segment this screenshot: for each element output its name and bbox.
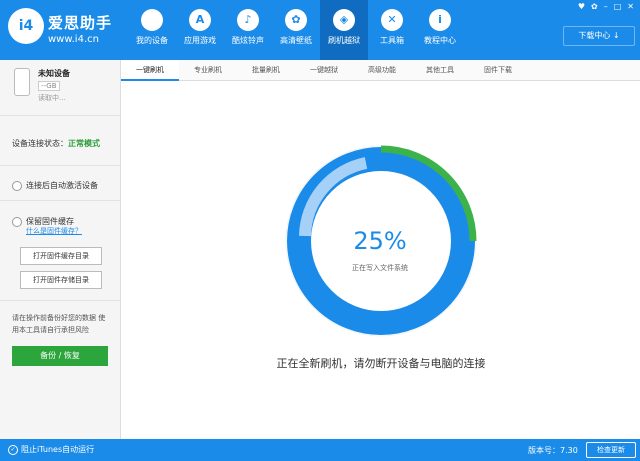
close-icon[interactable]: ✕ [627,2,634,11]
tab-bar: 一键刷机 专业刷机 批量刷机 一键越狱 高级功能 其他工具 固件下载 [121,60,640,81]
tab-firmware-download[interactable]: 固件下载 [469,60,527,80]
radio-button[interactable] [12,216,22,227]
minimize-icon[interactable]: – [604,2,608,11]
tab-jailbreak[interactable]: 一键越狱 [295,60,353,80]
device-name: 未知设备 [38,69,70,78]
tab-advanced[interactable]: 高级功能 [353,60,411,80]
flash-warning-message: 正在全新刷机，请勿断开设备与电脑的连接 [276,357,486,370]
open-store-dir-button[interactable]: 打开固件存储目录 [20,271,102,289]
check-icon: ✓ [8,444,18,455]
progress-percent: 25% [353,227,407,255]
sidebar: 未知设备 --GB 读取中... 设备连接状态：正常模式 连接后自动激活设备 保… [0,60,121,439]
device-panel: 未知设备 --GB 读取中... [0,60,120,116]
nav-label: 高清壁纸 [280,36,312,45]
flower-icon: ✿ [285,9,307,31]
nav-item-tutorials[interactable]: i 教程中心 [416,0,464,60]
nav-item-wallpapers[interactable]: ✿ 高清壁纸 [272,0,320,60]
open-cache-dir-button[interactable]: 打开固件缓存目录 [20,247,102,265]
nav-label: 刷机越狱 [328,36,360,45]
download-arrow-icon: ↓ [612,31,620,40]
brand-name: 爱思助手 [48,14,113,32]
nav-item-flash[interactable]: ◈ 刷机越狱 [320,0,368,60]
tools-icon: ✕ [381,9,403,31]
backup-note: 请在操作前备份好您的数据 使用本工具请自行承担风险 [12,314,106,334]
nav-item-apps[interactable]: A 应用游戏 [176,0,224,60]
settings-icon[interactable]: ✿ [591,2,598,11]
bell-icon: ♪ [237,9,259,31]
brand-url: www.i4.cn [48,34,99,45]
main-nav: 我的设备 A 应用游戏 ♪ 酷炫铃声 ✿ 高清壁纸 ◈ 刷机越狱 ✕ 工具箱 i… [128,0,464,60]
version-label: 版本号：7.30 [528,446,578,455]
divider [0,165,120,166]
brand: 爱思助手 www.i4.cn [48,12,112,45]
header-bar: i4 爱思助手 www.i4.cn 我的设备 A 应用游戏 ♪ 酷炫铃声 ✿ 高… [0,0,640,60]
divider [0,200,120,201]
skin-icon[interactable]: ♥ [578,2,585,11]
phone-icon [14,68,30,96]
download-center-button[interactable]: 下载中心 ↓ [563,26,635,46]
info-icon: i [429,9,451,31]
cache-help-link[interactable]: 什么是固件缓存？ [26,226,82,236]
conn-value: 正常模式 [68,139,100,148]
nav-label: 酷炫铃声 [232,36,264,45]
nav-label: 教程中心 [424,36,456,45]
dropbox-icon: ◈ [333,9,355,31]
download-label: 下载中心 [578,31,611,40]
device-status: 读取中... [38,94,66,102]
check-update-button[interactable]: 检查更新 [586,442,636,458]
option-label: 连接后自动激活设备 [26,181,98,190]
nav-label: 工具箱 [380,36,404,45]
window-controls: ♥ ✿ – □ ✕ [578,2,634,11]
tab-batch-flash[interactable]: 批量刷机 [237,60,295,80]
connection-status: 设备连接状态：正常模式 [12,138,100,149]
device-capacity: --GB [38,81,60,91]
option-label: 保留固件缓存 [26,217,74,226]
nav-item-toolbox[interactable]: ✕ 工具箱 [368,0,416,60]
progress-status: 正在写入文件系统 [352,264,408,272]
nav-label: 我的设备 [136,36,168,45]
backup-restore-button[interactable]: 备份 / 恢复 [12,346,108,366]
divider [0,300,120,301]
conn-label: 设备连接状态： [12,139,68,148]
auto-activate-option[interactable]: 连接后自动激活设备 [12,180,98,191]
logo: i4 [8,8,44,44]
apple-icon [141,9,163,31]
maximize-icon[interactable]: □ [614,2,622,11]
tab-one-click-flash[interactable]: 一键刷机 [121,60,179,81]
nav-item-my-device[interactable]: 我的设备 [128,0,176,60]
tab-other-tools[interactable]: 其他工具 [411,60,469,80]
tab-pro-flash[interactable]: 专业刷机 [179,60,237,80]
nav-item-ringtones[interactable]: ♪ 酷炫铃声 [224,0,272,60]
block-itunes-toggle[interactable]: ✓ 阻止iTunes自动运行 [8,444,94,455]
app-store-icon: A [189,9,211,31]
itunes-label: 阻止iTunes自动运行 [21,445,95,454]
nav-label: 应用游戏 [184,36,216,45]
radio-button[interactable] [12,180,22,191]
main-panel: 25% 正在写入文件系统 正在全新刷机，请勿断开设备与电脑的连接 [121,81,640,439]
status-bar: ✓ 阻止iTunes自动运行 版本号：7.30 检查更新 [0,439,640,461]
